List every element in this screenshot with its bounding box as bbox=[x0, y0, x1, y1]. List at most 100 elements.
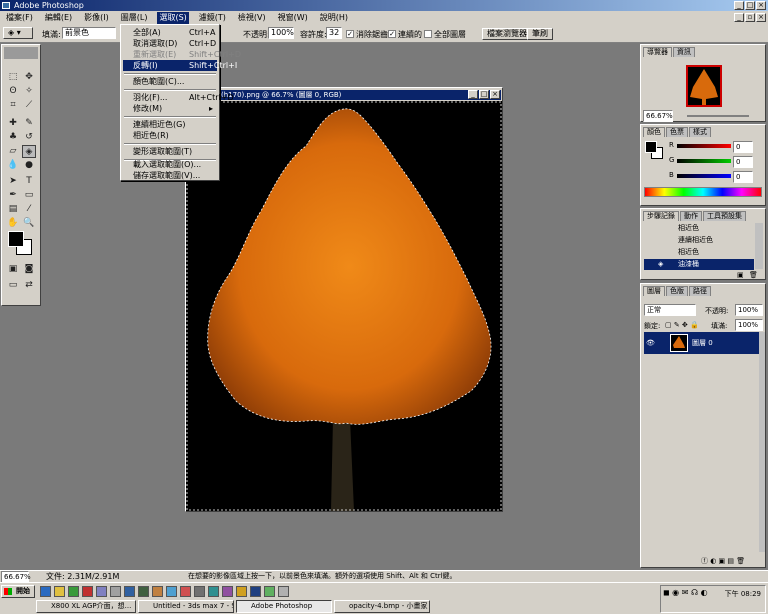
menu-window[interactable]: 視窗(W) bbox=[276, 12, 310, 24]
tab-channels[interactable]: 色版 bbox=[666, 286, 688, 296]
quicklaunch-icon[interactable] bbox=[264, 586, 275, 597]
tab-swatches[interactable]: 色票 bbox=[666, 127, 688, 137]
eraser-tool-icon[interactable]: ▱ bbox=[6, 145, 20, 158]
color-spectrum-bar[interactable] bbox=[644, 187, 762, 197]
quicklaunch-icon[interactable] bbox=[82, 586, 93, 597]
menu-item-grow[interactable]: 連續相近色(G) bbox=[123, 119, 217, 130]
tab-tool-presets[interactable]: 工具預設集 bbox=[703, 211, 746, 221]
menu-item-transform-selection[interactable]: 變形選取範圍(T) bbox=[123, 146, 217, 157]
layer-row[interactable]: 👁 圖層 0 bbox=[644, 332, 762, 354]
eye-icon[interactable]: 👁 bbox=[646, 332, 655, 354]
menu-item-load-selection[interactable]: 載入選取範圍(O)... bbox=[123, 159, 217, 170]
menu-image[interactable]: 影像(I) bbox=[82, 12, 111, 24]
new-snapshot-icon[interactable]: ▣ bbox=[737, 271, 744, 279]
quicklaunch-icon[interactable] bbox=[236, 586, 247, 597]
menu-item-modify[interactable]: 修改(M) ▸ bbox=[123, 103, 217, 114]
file-browser-tab[interactable]: 檔案瀏覽器 bbox=[482, 28, 532, 40]
layer-fill-input[interactable]: 100% bbox=[735, 319, 763, 331]
menu-item-save-selection[interactable]: 儲存選取範圍(V)... bbox=[123, 170, 217, 181]
clone-stamp-tool-icon[interactable]: ♣ bbox=[6, 131, 20, 144]
menu-item-reselect[interactable]: 重新選取(E) Shift+Ctrl+D bbox=[123, 49, 241, 60]
menu-file[interactable]: 檔案(F) bbox=[4, 12, 35, 24]
quicklaunch-icon[interactable] bbox=[68, 586, 79, 597]
quicklaunch-icon[interactable] bbox=[110, 586, 121, 597]
blur-tool-icon[interactable]: 💧 bbox=[6, 159, 20, 172]
zoom-tool-icon[interactable]: 🔍 bbox=[22, 217, 36, 230]
channel-g-slider[interactable] bbox=[677, 159, 731, 163]
blend-mode-select[interactable]: 正常 bbox=[644, 304, 696, 316]
history-item[interactable]: 相近色 bbox=[644, 223, 754, 234]
channel-g-input[interactable]: 0 bbox=[733, 156, 753, 168]
navigator-zoom-input[interactable]: 66.67% bbox=[643, 110, 673, 122]
navigator-thumbnail[interactable] bbox=[686, 65, 722, 107]
pen-tool-icon[interactable]: ✒ bbox=[6, 189, 20, 202]
tolerance-input[interactable]: 32 bbox=[326, 27, 342, 39]
menu-filter[interactable]: 濾鏡(T) bbox=[197, 12, 228, 24]
layer-opacity-input[interactable]: 100% bbox=[735, 304, 763, 316]
paint-bucket-tool-icon[interactable]: ◈ bbox=[22, 145, 36, 158]
quicklaunch-icon[interactable] bbox=[138, 586, 149, 597]
taskbar-button[interactable]: X800 XL AGP介面，想... bbox=[36, 600, 136, 613]
menu-view[interactable]: 檢視(V) bbox=[236, 12, 268, 24]
document-info[interactable]: 文件: 2.31M/2.91M bbox=[46, 571, 119, 582]
taskbar-button-active[interactable]: Adobe Photoshop bbox=[236, 600, 332, 613]
quicklaunch-icon[interactable] bbox=[180, 586, 191, 597]
doc-close-button[interactable]: × bbox=[756, 13, 766, 22]
channel-r-input[interactable]: 0 bbox=[733, 141, 753, 153]
history-item-active[interactable]: ◈ 油漆桶 bbox=[644, 259, 754, 270]
tab-styles[interactable]: 樣式 bbox=[689, 127, 711, 137]
lasso-tool-icon[interactable]: ʘ bbox=[6, 85, 20, 98]
layers-scrollbar[interactable] bbox=[759, 332, 765, 552]
history-item[interactable]: 相近色 bbox=[644, 247, 754, 258]
menu-layer[interactable]: 圖層(L) bbox=[119, 12, 150, 24]
doc-restore-button[interactable]: ▫ bbox=[745, 13, 755, 22]
quicklaunch-icon[interactable] bbox=[40, 586, 51, 597]
jump-to-imageready-icon[interactable]: ⇄ bbox=[22, 279, 36, 292]
minimize-button[interactable]: _ bbox=[734, 1, 744, 10]
menu-item-color-range[interactable]: 顏色範圍(C)... bbox=[123, 76, 217, 87]
healing-brush-tool-icon[interactable]: ✚ bbox=[6, 117, 20, 130]
channel-r-slider[interactable] bbox=[677, 144, 731, 148]
quicklaunch-icon[interactable] bbox=[250, 586, 261, 597]
history-scrollbar[interactable] bbox=[755, 223, 763, 269]
tab-actions[interactable]: 動作 bbox=[680, 211, 702, 221]
menu-item-inverse[interactable]: 反轉(I) Shift+Ctrl+I bbox=[123, 60, 237, 71]
menu-item-select-all[interactable]: 全部(A) Ctrl+A bbox=[123, 27, 217, 38]
quicklaunch-icon[interactable] bbox=[124, 586, 135, 597]
close-button[interactable]: × bbox=[756, 1, 766, 10]
taskbar-button[interactable]: opacity-4.bmp - 小畫家 bbox=[334, 600, 430, 613]
history-delete-icon[interactable]: 🗑 bbox=[749, 271, 758, 279]
antialias-checkbox[interactable]: ✓ bbox=[346, 30, 354, 38]
taskbar-button[interactable]: Untitled - 3ds max 7 - Str... bbox=[138, 600, 234, 613]
navigator-zoom-slider[interactable] bbox=[687, 115, 749, 117]
shape-tool-icon[interactable]: ▭ bbox=[22, 189, 36, 202]
quicklaunch-icon[interactable] bbox=[194, 586, 205, 597]
paint-bucket-tool-preset[interactable]: ◈ ▾ bbox=[3, 27, 33, 39]
path-selection-tool-icon[interactable]: ➤ bbox=[6, 175, 20, 188]
history-brush-tool-icon[interactable]: ↺ bbox=[22, 131, 36, 144]
type-tool-icon[interactable]: T bbox=[22, 175, 36, 188]
history-item[interactable]: 連續相近色 bbox=[644, 235, 754, 246]
start-button[interactable]: 開始 bbox=[1, 585, 35, 598]
layer-buttons[interactable]: ⓕ ◐ ▣ ▤ 🗑 bbox=[701, 556, 745, 566]
quicklaunch-icon[interactable] bbox=[222, 586, 233, 597]
channel-b-input[interactable]: 0 bbox=[733, 171, 753, 183]
dodge-tool-icon[interactable]: ● bbox=[22, 159, 36, 172]
image-canvas[interactable] bbox=[186, 101, 502, 511]
doc-minimize-button[interactable]: _ bbox=[734, 13, 744, 22]
doc-window-close-button[interactable]: × bbox=[490, 90, 500, 99]
menu-edit[interactable]: 編輯(E) bbox=[43, 12, 74, 24]
tab-color[interactable]: 顏色 bbox=[643, 127, 665, 137]
quicklaunch-icon[interactable] bbox=[54, 586, 65, 597]
tray-icons[interactable]: ◼ ◉ ✉ ☊ ◐ bbox=[663, 588, 708, 597]
tab-history[interactable]: 步驟記錄 bbox=[643, 211, 679, 221]
tab-info[interactable]: 資訊 bbox=[673, 47, 695, 57]
quicklaunch-icon[interactable] bbox=[166, 586, 177, 597]
marquee-tool-icon[interactable]: ⬚ bbox=[6, 71, 20, 84]
magic-wand-tool-icon[interactable]: ✧ bbox=[22, 85, 36, 98]
tab-paths[interactable]: 路徑 bbox=[689, 286, 711, 296]
quick-mask-mode-icon[interactable]: ◙ bbox=[22, 263, 36, 276]
menu-item-similar[interactable]: 相近色(R) bbox=[123, 130, 217, 141]
standard-mode-icon[interactable]: ▣ bbox=[6, 263, 20, 276]
eyedropper-tool-icon[interactable]: ⁄ bbox=[22, 203, 36, 216]
